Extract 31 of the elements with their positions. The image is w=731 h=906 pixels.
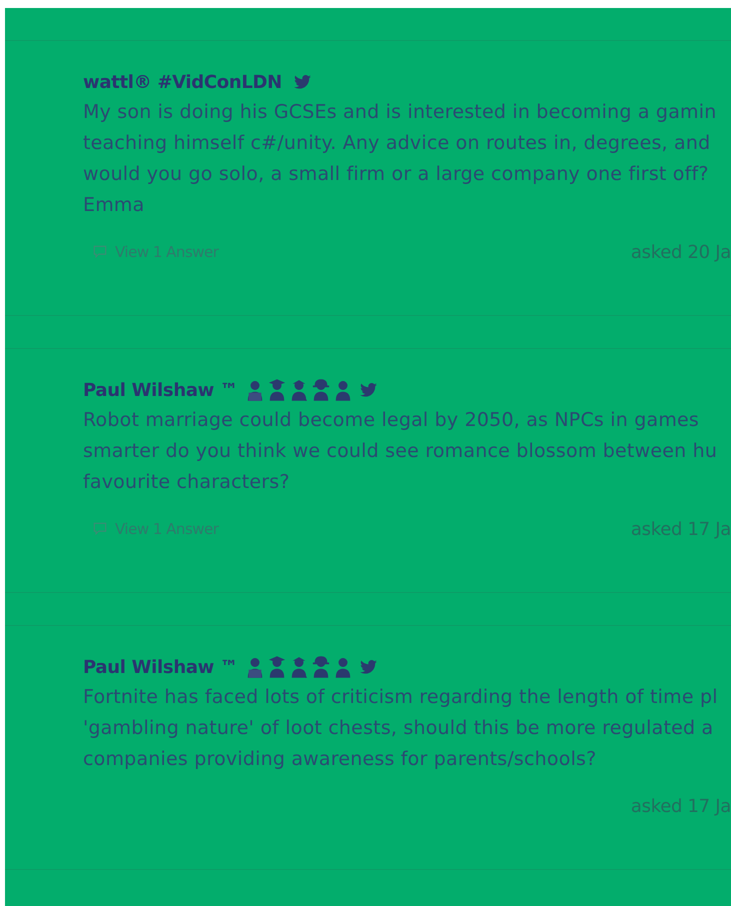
figure-icon — [312, 379, 330, 401]
question-text: Robot marriage could become legal by 2050, as NPCs in games — [83, 408, 700, 433]
asked-date: asked 17 Ja — [630, 796, 731, 816]
figure-icon — [246, 379, 264, 401]
bird-icon[interactable] — [360, 660, 377, 674]
question-text: Fortnite has faced lots of criticism regarding the length of time pl — [83, 685, 719, 710]
figure-icon — [268, 379, 286, 401]
question-text: 'gambling nature' of loot chests, should this be more regulated a — [83, 716, 714, 741]
figure-icon — [290, 379, 308, 401]
speech-bubble-icon — [93, 245, 107, 259]
question-text: favourite characters? — [83, 470, 291, 495]
question-text: Emma — [83, 193, 146, 218]
question-text: teaching himself c#/unity. Any advice on routes in, degrees, and — [83, 131, 712, 156]
speech-bubble-icon — [93, 522, 107, 536]
figure-icon — [334, 656, 352, 678]
figure-icon — [312, 656, 330, 678]
author-name[interactable]: Paul Wilshaw ™ — [83, 380, 238, 400]
figure-icon — [246, 656, 264, 678]
question-text: smarter do you think we could see romance blossom between hu — [83, 439, 718, 464]
author-name[interactable]: wattl® #VidConLDN — [83, 72, 282, 92]
figure-icon — [334, 379, 352, 401]
question-text: My son is doing his GCSEs and is interested in becoming a gamin — [83, 100, 718, 125]
figure-icon — [290, 656, 308, 678]
bird-icon[interactable] — [294, 75, 311, 89]
question-text: would you go solo, a small firm or a large company one first off? — [83, 162, 710, 187]
bird-icon[interactable] — [360, 383, 377, 397]
question-text: companies providing awareness for parents/schools? — [83, 747, 598, 772]
asked-date: asked 20 Ja — [630, 242, 731, 262]
figure-icon — [268, 656, 286, 678]
asked-date: asked 17 Ja — [630, 518, 731, 540]
author-name[interactable]: Paul Wilshaw ™ — [83, 656, 238, 678]
